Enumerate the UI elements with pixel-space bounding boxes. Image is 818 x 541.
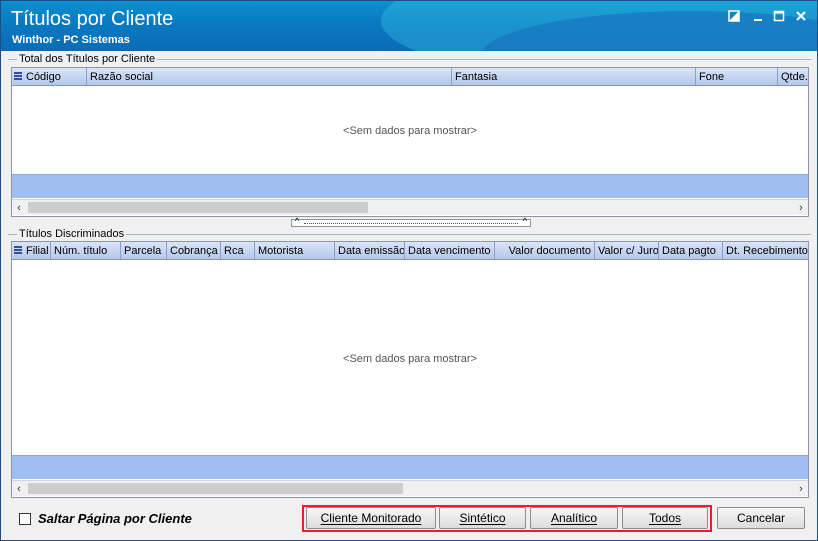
scroll-left-icon[interactable]: ‹ — [12, 481, 26, 497]
restore-icon[interactable] — [727, 10, 741, 24]
chevron-up-icon: ^ — [295, 216, 300, 226]
column-header[interactable]: Valor documento — [495, 242, 595, 259]
column-header[interactable]: Código — [23, 68, 87, 85]
analitico-button[interactable]: Analítico — [530, 507, 618, 529]
maximize-icon[interactable] — [772, 10, 786, 24]
column-header[interactable]: Valor c/ Juros — [595, 242, 659, 259]
scroll-thumb[interactable] — [28, 202, 368, 213]
detail-hscrollbar[interactable]: ‹ › — [12, 480, 808, 496]
column-header[interactable]: Qtde. — [778, 68, 808, 85]
minimize-icon[interactable] — [751, 10, 765, 24]
client-area: Total dos Títulos por Cliente Código Raz… — [5, 51, 815, 538]
detail-empty-message: <Sem dados para mostrar> — [343, 353, 477, 365]
column-header[interactable]: Motorista — [255, 242, 335, 259]
sintetico-button[interactable]: Sintético — [439, 507, 526, 529]
todos-button[interactable]: Todos — [622, 507, 708, 529]
column-header[interactable]: Parcela — [121, 242, 167, 259]
button-label: Cancelar — [736, 511, 786, 525]
title-bar[interactable]: Títulos por Cliente Winthor - PC Sistema… — [1, 1, 817, 51]
column-header[interactable]: Razão social — [87, 68, 452, 85]
column-header[interactable]: Dt. Recebimento — [723, 242, 808, 259]
detail-grid[interactable]: Filial Núm. título Parcela Cobrança Rca … — [11, 241, 809, 498]
cancelar-button[interactable]: Cancelar — [717, 507, 805, 529]
splitter-handle[interactable]: ^ ^ — [291, 216, 531, 227]
saltar-pagina-label[interactable]: Saltar Página por Cliente — [38, 511, 192, 526]
button-label: Todos — [648, 511, 682, 525]
button-label: Cliente Monitorado — [320, 511, 422, 525]
column-header[interactable]: Núm. título — [51, 242, 121, 259]
column-header[interactable]: Filial — [23, 242, 51, 259]
column-header[interactable]: Fone — [696, 68, 778, 85]
column-header[interactable]: Cobrança — [167, 242, 221, 259]
summary-grid-header: Código Razão social Fantasia Fone Qtde. — [12, 68, 808, 86]
button-label: Analítico — [550, 511, 598, 525]
detail-footer-band — [12, 455, 808, 479]
chevron-up-icon: ^ — [522, 216, 527, 226]
column-chooser-icon[interactable] — [14, 72, 22, 82]
detail-grid-header: Filial Núm. título Parcela Cobrança Rca … — [12, 242, 808, 260]
detail-group-label: Títulos Discriminados — [17, 228, 127, 240]
column-chooser-icon[interactable] — [14, 246, 22, 256]
scroll-thumb[interactable] — [28, 483, 403, 494]
window-title: Títulos por Cliente — [11, 8, 174, 30]
column-header[interactable]: Rca — [221, 242, 255, 259]
scroll-left-icon[interactable]: ‹ — [12, 200, 26, 216]
column-header[interactable]: Data emissão — [335, 242, 405, 259]
button-label: Sintético — [459, 511, 506, 525]
cliente-monitorado-button[interactable]: Cliente Monitorado — [306, 507, 436, 529]
summary-hscrollbar[interactable]: ‹ › — [12, 199, 808, 215]
close-icon[interactable] — [794, 10, 808, 24]
window-subtitle: Winthor - PC Sistemas — [12, 34, 130, 46]
main-window: Títulos por Cliente Winthor - PC Sistema… — [0, 0, 818, 541]
group-border — [8, 234, 811, 235]
column-header[interactable]: Data vencimento — [405, 242, 495, 259]
summary-group-label: Total dos Títulos por Cliente — [17, 53, 158, 65]
splitter-grip — [304, 223, 518, 224]
scroll-right-icon[interactable]: › — [794, 200, 808, 216]
column-header[interactable]: Fantasia — [452, 68, 696, 85]
summary-footer-band — [12, 174, 808, 198]
summary-grid[interactable]: Código Razão social Fantasia Fone Qtde. … — [11, 67, 809, 217]
summary-empty-message: <Sem dados para mostrar> — [343, 125, 477, 137]
column-header[interactable]: Data pagto — [659, 242, 723, 259]
saltar-pagina-checkbox[interactable] — [19, 513, 31, 525]
scroll-right-icon[interactable]: › — [794, 481, 808, 497]
